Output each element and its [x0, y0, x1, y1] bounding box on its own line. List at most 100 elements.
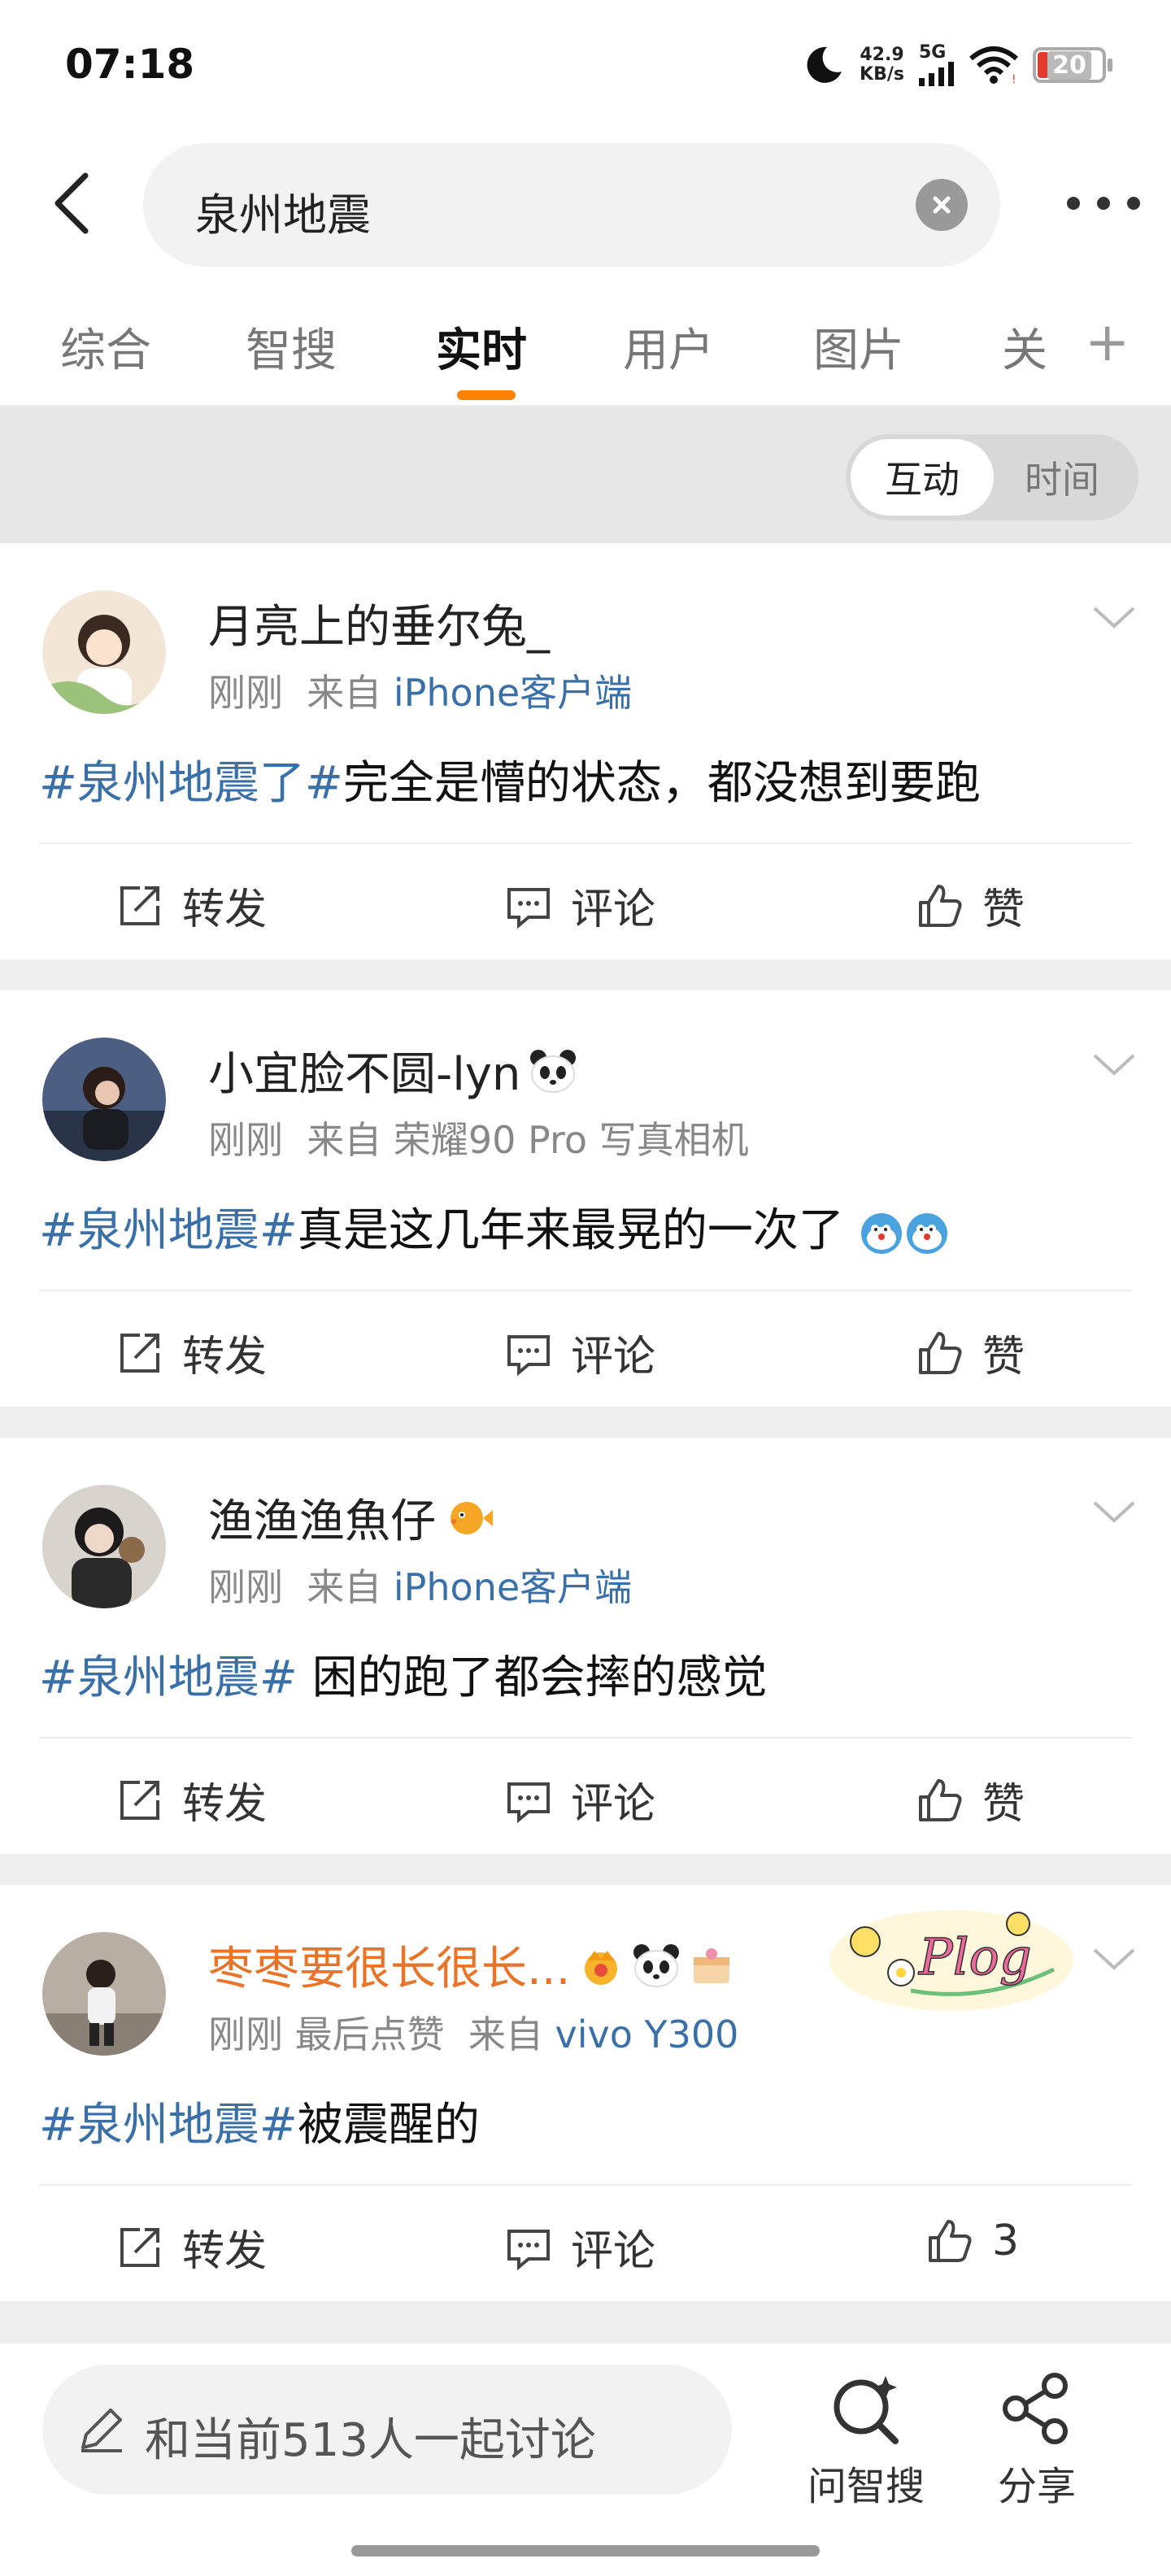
- like-label: 赞: [982, 1780, 1025, 1829]
- cell-signal: 5G: [919, 44, 955, 86]
- post-actions: 转发 评论 赞: [0, 1291, 1171, 1407]
- status-bar: 07:18 42.9 KB/s 5G ! 20: [0, 0, 1171, 130]
- battery-level: 20: [1047, 50, 1091, 80]
- comment-button[interactable]: 评论: [504, 1322, 655, 1383]
- chevron-down-icon[interactable]: [1090, 1942, 1138, 1974]
- from-label: 来自: [468, 2012, 543, 2056]
- doge-emoji-icon: [906, 1212, 947, 1254]
- like-button[interactable]: 赞: [916, 1322, 1025, 1383]
- share-label: 分享: [997, 2464, 1076, 2509]
- chevron-down-icon[interactable]: [1090, 1495, 1138, 1527]
- comment-button[interactable]: 评论: [504, 2217, 655, 2278]
- post-source[interactable]: iPhone客户端: [394, 671, 632, 715]
- post-content[interactable]: #泉州地震# 困的跑了都会摔的感觉: [39, 1641, 768, 1707]
- username[interactable]: 渔渔渔魚仔: [208, 1485, 494, 1551]
- clear-search-button[interactable]: [916, 179, 968, 231]
- from-label: 来自: [307, 671, 382, 715]
- tab-users[interactable]: 用户: [623, 314, 714, 380]
- ask-label: 问智搜: [807, 2464, 925, 2509]
- tab-smart-search[interactable]: 智搜: [246, 314, 337, 380]
- like-button[interactable]: 赞: [916, 875, 1025, 936]
- like-button[interactable]: 3: [925, 2217, 1019, 2265]
- repost-label: 转发: [182, 1333, 268, 1382]
- post-source[interactable]: 荣耀90 Pro 写真相机: [394, 1118, 749, 1162]
- search-header: 泉州地震: [0, 130, 1171, 276]
- net-speed-unit: KB/s: [860, 64, 904, 85]
- repost-button[interactable]: 转发: [115, 2217, 267, 2278]
- avatar[interactable]: [42, 1932, 166, 2056]
- avatar[interactable]: [42, 1038, 166, 1161]
- crown-badge-icon: [585, 1950, 618, 1985]
- post-time: 刚刚: [208, 1565, 283, 1609]
- repost-button[interactable]: 转发: [115, 1322, 267, 1383]
- hashtag-link[interactable]: #泉州地震#: [39, 1204, 298, 1257]
- close-icon: [933, 196, 951, 214]
- avatar[interactable]: [42, 590, 166, 714]
- sort-interaction-option[interactable]: 互动: [851, 439, 994, 516]
- username-text: 月亮上的垂尔兔_: [208, 601, 550, 654]
- repost-button[interactable]: 转发: [115, 875, 267, 936]
- add-tab-button[interactable]: +: [1085, 314, 1130, 371]
- filter-bar: 互动 时间: [0, 407, 1171, 543]
- like-count: 3: [992, 2217, 1020, 2265]
- smart-search-icon: [834, 2376, 899, 2444]
- tab-more-partial[interactable]: 关: [1002, 314, 1047, 380]
- username[interactable]: 枣枣要很长很长...: [208, 1932, 734, 1998]
- tab-images[interactable]: 图片: [813, 314, 904, 380]
- back-button[interactable]: [47, 171, 96, 236]
- avatar[interactable]: [42, 1485, 166, 1608]
- comment-label: 评论: [571, 886, 656, 934]
- tab-comprehensive[interactable]: 综合: [60, 314, 151, 380]
- share-button[interactable]: 分享: [976, 2368, 1098, 2511]
- post-card[interactable]: 枣枣要很长很长... Plog 刚刚 最后点赞 来自 vivo Y300 #泉州…: [0, 1885, 1171, 2301]
- home-indicator[interactable]: [351, 2545, 820, 2556]
- post-time: 刚刚: [208, 671, 283, 715]
- post-content[interactable]: #泉州地震了#完全是懵的状态，都没想到要跑: [39, 746, 981, 812]
- discuss-input[interactable]: 和当前513人一起讨论: [42, 2365, 732, 2495]
- plog-text: Plog: [918, 1927, 1032, 1986]
- repost-button[interactable]: 转发: [115, 1769, 267, 1830]
- chevron-down-icon[interactable]: [1090, 600, 1138, 633]
- pufferfish-icon: [451, 1501, 493, 1534]
- thumbs-up-icon: [929, 2220, 972, 2262]
- comment-button[interactable]: 评论: [504, 875, 655, 936]
- hashtag-link[interactable]: #泉州地震#: [39, 2099, 298, 2152]
- post-source[interactable]: vivo Y300: [555, 2012, 739, 2056]
- username[interactable]: 月亮上的垂尔兔_: [208, 590, 550, 656]
- post-source[interactable]: iPhone客户端: [394, 1565, 632, 1609]
- status-icons: 42.9 KB/s 5G ! 20: [803, 41, 1112, 89]
- ask-smart-search-button[interactable]: 问智搜: [805, 2368, 927, 2511]
- comment-button[interactable]: 评论: [504, 1769, 655, 1830]
- wifi-icon: !: [969, 46, 1018, 85]
- post-text: 困的跑了都会摔的感觉: [297, 1651, 768, 1704]
- status-time: 07:18: [65, 41, 195, 88]
- chevron-down-icon[interactable]: [1090, 1047, 1138, 1080]
- net-speed: 42.9 KB/s: [860, 46, 904, 85]
- search-input[interactable]: 泉州地震: [143, 143, 1000, 267]
- post-content[interactable]: #泉州地震#真是这几年来最晃的一次了: [39, 1194, 950, 1260]
- like-button[interactable]: 赞: [916, 1769, 1025, 1830]
- more-options-button[interactable]: [1067, 187, 1140, 220]
- post-time: 刚刚: [208, 2012, 283, 2056]
- comment-icon: [507, 1782, 550, 1823]
- like-label: 赞: [982, 1333, 1025, 1382]
- post-time: 刚刚: [208, 1118, 283, 1162]
- post-card[interactable]: 小宜脸不圆-lyn 刚刚 来自 荣耀90 Pro 写真相机 #泉州地震#真是这几…: [0, 990, 1171, 1407]
- repost-icon: [120, 1780, 159, 1820]
- repost-label: 转发: [182, 2227, 268, 2276]
- network-type: 5G: [919, 42, 947, 63]
- repost-label: 转发: [182, 886, 268, 934]
- sort-time-option[interactable]: 时间: [990, 439, 1134, 516]
- username-text: 枣枣要很长很长...: [208, 1943, 571, 1995]
- post-actions: 转发 评论 3: [0, 2186, 1171, 2301]
- post-content[interactable]: #泉州地震#被震醒的: [39, 2088, 480, 2154]
- hashtag-link[interactable]: #泉州地震了#: [39, 757, 343, 810]
- repost-icon: [120, 2227, 159, 2267]
- post-card[interactable]: 渔渔渔魚仔 刚刚 来自 iPhone客户端 #泉州地震# 困的跑了都会摔的感觉 …: [0, 1438, 1171, 1854]
- post-card[interactable]: 月亮上的垂尔兔_ 刚刚 来自 iPhone客户端 #泉州地震了#完全是懵的状态，…: [0, 543, 1171, 959]
- thumbs-up-icon: [919, 1331, 962, 1374]
- username[interactable]: 小宜脸不圆-lyn: [208, 1038, 577, 1103]
- hashtag-link[interactable]: #泉州地震#: [39, 1651, 298, 1704]
- tab-realtime[interactable]: 实时: [436, 314, 527, 380]
- search-tabs: 综合 智搜 实时 用户 图片 关 +: [0, 276, 1171, 407]
